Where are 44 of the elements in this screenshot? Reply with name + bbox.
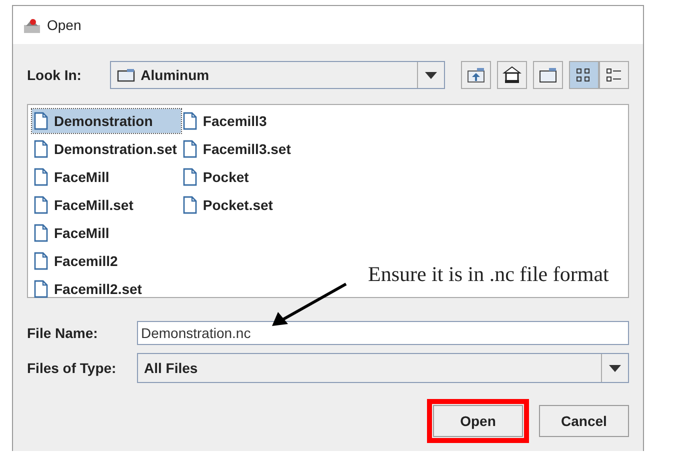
new-folder-button[interactable] <box>533 61 563 89</box>
look-in-dropdown[interactable]: Aluminum <box>110 61 445 89</box>
folder-icon <box>538 65 558 85</box>
dropdown-value: Aluminum <box>140 67 210 83</box>
details-view-button[interactable] <box>599 61 629 89</box>
up-folder-button[interactable] <box>461 61 491 89</box>
file-type-dropdown[interactable]: All Files <box>137 353 629 383</box>
file-icon <box>34 252 48 270</box>
caret-icon <box>609 364 621 372</box>
folder-up-icon <box>466 65 486 85</box>
file-item[interactable]: FaceMill.set <box>32 193 181 217</box>
file-item[interactable]: FaceMill <box>32 165 181 189</box>
file-item[interactable]: FaceMill <box>32 221 181 245</box>
file-icon <box>182 196 197 214</box>
file-icon <box>182 112 197 130</box>
dialog-button[interactable]: Open <box>433 405 523 437</box>
file-item[interactable]: Facemill3 <box>180 109 295 133</box>
file-icon <box>34 196 48 214</box>
file-name-label: File Name: <box>27 325 99 341</box>
window-title: Open <box>47 17 82 33</box>
dialog-button[interactable]: Cancel <box>539 405 629 437</box>
file-name-field[interactable]: Demonstration.nc <box>137 321 629 345</box>
file-item[interactable]: Demonstration.set <box>32 137 181 161</box>
file-icon <box>34 112 48 130</box>
file-item[interactable]: Pocket.set <box>180 193 295 217</box>
file-icon <box>182 140 197 158</box>
file-item[interactable]: Facemill2 <box>32 249 181 273</box>
file-type-label: Files of Type: <box>27 360 118 376</box>
file-item[interactable]: Pocket <box>180 165 295 189</box>
app-icon <box>23 16 41 34</box>
file-item[interactable]: Facemill3.set <box>180 137 295 161</box>
folder-icon <box>116 68 135 82</box>
caret-icon <box>425 72 437 78</box>
file-icon <box>34 224 48 242</box>
file-item[interactable]: Facemill2.set <box>32 277 181 301</box>
file-item[interactable]: Demonstration <box>32 109 181 133</box>
home-icon <box>502 65 522 85</box>
dropdown-value: All Files <box>144 360 198 376</box>
home-button[interactable] <box>497 61 527 89</box>
look-in-label: Look In: <box>27 67 82 83</box>
file-icon <box>34 140 48 158</box>
file-icon <box>34 168 48 186</box>
list-view-button[interactable] <box>569 61 599 89</box>
file-icon <box>182 168 197 186</box>
